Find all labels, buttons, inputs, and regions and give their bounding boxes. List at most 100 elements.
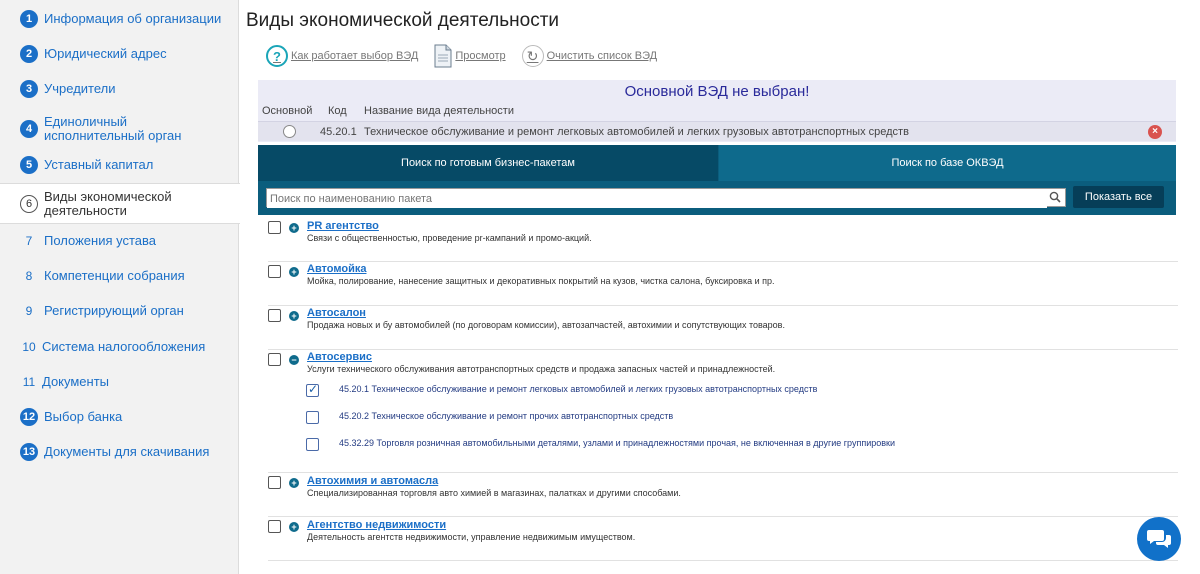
column-header-code: Код: [328, 105, 347, 117]
sidebar-item-tax-system[interactable]: 10 Система налогообложения: [0, 338, 239, 356]
expand-icon[interactable]: +: [289, 267, 299, 277]
step-number: 7: [25, 234, 33, 248]
sidebar-item-legal-address[interactable]: 2 Юридический адрес: [0, 45, 239, 63]
expand-icon[interactable]: +: [289, 522, 299, 532]
clear-list-link[interactable]: ↻ Очистить список ВЭД: [521, 45, 658, 67]
step-number: 8: [25, 269, 33, 283]
package-checkbox[interactable]: [268, 476, 281, 489]
package-checkbox[interactable]: [268, 520, 281, 533]
document-icon: [434, 44, 452, 68]
tab-business-packages[interactable]: Поиск по готовым бизнес-пакетам: [258, 145, 718, 181]
step-number: 11: [22, 375, 36, 389]
package-name-link[interactable]: Автомойка: [307, 263, 366, 275]
search-tabs-panel: Поиск по готовым бизнес-пакетам Поиск по…: [258, 145, 1176, 215]
package-description: Продажа новых и бу автомобилей (по догов…: [307, 320, 785, 330]
refresh-icon: ↻: [521, 45, 544, 67]
help-link[interactable]: ? Как работает выбор ВЭД: [266, 45, 418, 67]
list-item: + Агентство недвижимости Деятельность аг…: [268, 517, 1178, 561]
package-search-input[interactable]: [267, 190, 1047, 208]
package-description: Мойка, полирование, нанесение защитных и…: [307, 276, 775, 286]
package-description: Специализированная торговля авто химией …: [307, 488, 681, 498]
package-name-link[interactable]: Агентство недвижимости: [307, 519, 446, 531]
sidebar-item-assembly-competence[interactable]: 8 Компетенции собрания: [0, 267, 239, 285]
sidebar-item-label: Компетенции собрания: [44, 268, 185, 283]
sidebar-item-founders[interactable]: 3 Учредители: [0, 80, 239, 98]
step-number-badge: 12: [20, 408, 38, 426]
ved-name: Техническое обслуживание и ремонт легков…: [364, 126, 909, 138]
preview-link[interactable]: Просмотр: [434, 44, 506, 68]
show-all-button[interactable]: Показать все: [1073, 186, 1164, 208]
help-link-label: Как работает выбор ВЭД: [291, 50, 419, 62]
package-checkbox[interactable]: [268, 221, 281, 234]
sidebar-item-registration-authority[interactable]: 9 Регистрирующий орган: [0, 302, 239, 320]
main-ved-warning: Основной ВЭД не выбран!: [624, 83, 810, 100]
package-checkbox[interactable]: [268, 265, 281, 278]
step-number-badge: 4: [20, 120, 38, 138]
list-item: + Автохимия и автомасла Специализированн…: [268, 473, 1178, 517]
sidebar-item-documents[interactable]: 11 Документы: [0, 373, 239, 391]
okved-item-label: 45.32.29 Торговля розничная автомобильны…: [339, 438, 895, 448]
package-name-link[interactable]: PR агентство: [307, 220, 379, 232]
sidebar-item-organization-info[interactable]: 1 Информация об организации: [0, 10, 239, 28]
sidebar-item-charter-provisions[interactable]: 7 Положения устава: [0, 232, 239, 250]
list-item: + PR агентство Связи с общественностью, …: [268, 218, 1178, 262]
step-number-badge: 2: [20, 45, 38, 63]
sidebar: 1 Информация об организации 2 Юридически…: [0, 0, 240, 574]
sidebar-item-label: Уставный капитал: [44, 157, 154, 172]
step-number: 10: [22, 340, 36, 354]
sidebar-item-capital[interactable]: 5 Уставный капитал: [0, 156, 239, 174]
expand-icon[interactable]: +: [289, 478, 299, 488]
sidebar-item-download-documents[interactable]: 13 Документы для скачивания: [0, 443, 239, 461]
sidebar-item-label: Положения устава: [44, 233, 157, 248]
column-header-main: Основной: [262, 105, 313, 117]
sidebar-item-label: Документы для скачивания: [44, 444, 210, 459]
step-number-badge: 6: [20, 194, 38, 213]
sidebar-item-label: Информация об организации: [44, 11, 222, 26]
package-name-link[interactable]: Автосалон: [307, 307, 366, 319]
okved-checkbox[interactable]: [306, 411, 319, 424]
magnifier-icon[interactable]: [1049, 191, 1061, 203]
step-number-badge: 13: [20, 443, 38, 461]
ved-code: 45.20.1: [320, 126, 357, 138]
package-checkbox[interactable]: [268, 309, 281, 322]
package-description: Услуги технического обслуживания автотра…: [307, 364, 776, 374]
package-description: Связи с общественностью, проведение pr-к…: [307, 233, 592, 243]
step-number-badge: 5: [20, 156, 38, 174]
sidebar-item-activity-types[interactable]: 6 Виды экономической деятельности: [0, 183, 240, 224]
search-box: [266, 188, 1066, 208]
okved-checkbox[interactable]: [306, 438, 319, 451]
package-description: Деятельность агентств недвижимости, упра…: [307, 532, 636, 542]
selected-ved-panel: Основной ВЭД не выбран! Основной Код Наз…: [258, 80, 1176, 142]
preview-link-label: Просмотр: [455, 50, 506, 62]
chat-bubbles-icon: [1147, 530, 1171, 548]
sidebar-item-executive-body[interactable]: 4 Единоличный исполнительный орган: [0, 115, 239, 143]
toolbar: ? Как работает выбор ВЭД Просмотр ↻ Очис…: [266, 44, 673, 68]
expand-icon[interactable]: +: [289, 311, 299, 321]
sidebar-item-label: Учредители: [44, 81, 116, 96]
package-name-link[interactable]: Автохимия и автомасла: [307, 475, 438, 487]
clear-list-link-label: Очистить список ВЭД: [546, 50, 658, 62]
sidebar-item-label: Единоличный исполнительный орган: [44, 114, 182, 143]
package-checkbox[interactable]: [268, 353, 281, 366]
chat-button[interactable]: [1137, 517, 1181, 561]
okved-item-label: 45.20.2 Техническое обслуживание и ремон…: [339, 411, 674, 421]
step-number: 9: [25, 304, 33, 318]
sidebar-item-label: Регистрирующий орган: [44, 303, 184, 318]
okved-checkbox[interactable]: [306, 382, 319, 397]
step-number-badge: 3: [20, 80, 38, 98]
sidebar-item-label: Юридический адрес: [44, 46, 167, 61]
sidebar-item-bank-choice[interactable]: 12 Выбор банка: [0, 408, 239, 426]
question-circle-icon: ?: [266, 45, 288, 67]
step-number-badge: 1: [20, 10, 38, 28]
package-name-link[interactable]: Автосервис: [307, 351, 372, 363]
list-item: + Автосалон Продажа новых и бу автомобил…: [268, 306, 1178, 350]
sidebar-item-label: Система налогообложения: [42, 339, 206, 354]
list-item: + Автомойка Мойка, полирование, нанесени…: [268, 262, 1178, 306]
page-title: Виды экономической деятельности: [246, 10, 560, 31]
close-circle-icon[interactable]: ×: [1148, 125, 1162, 139]
main-ved-radio[interactable]: [283, 125, 296, 138]
tab-okved-database[interactable]: Поиск по базе ОКВЭД: [719, 145, 1176, 181]
expand-icon[interactable]: +: [289, 223, 299, 233]
collapse-icon[interactable]: −: [289, 355, 299, 365]
sidebar-item-label: Выбор банка: [44, 409, 123, 424]
